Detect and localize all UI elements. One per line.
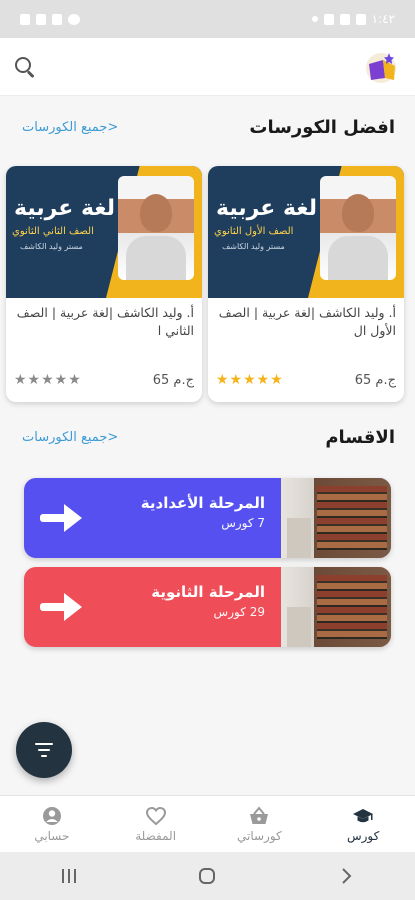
message-icon xyxy=(339,13,350,25)
course-thumbnail: لغة عربية الصف الثاني الثانوي مستر وليد … xyxy=(6,166,202,298)
library-image xyxy=(281,567,391,647)
alarm-icon xyxy=(20,13,30,25)
signal-icon xyxy=(52,13,62,25)
home-button[interactable] xyxy=(177,861,237,891)
nav-item-courses[interactable]: كورس xyxy=(311,796,415,852)
thumbnail-subtitle: الصف الثاني الثانوي xyxy=(12,226,94,237)
best-courses-list: لغة عربية الصف الأول الثانوي مستر وليد ا… xyxy=(0,166,415,402)
book-logo-icon xyxy=(366,52,396,83)
category-count: 7 كورس xyxy=(221,516,265,530)
thumbnail-teacher: مستر وليد الكاشف xyxy=(222,242,285,251)
nav-item-my-courses[interactable]: كورساتي xyxy=(208,796,312,852)
category-text: المرحلة الأعدادية 7 كورس xyxy=(141,494,265,530)
bottom-navigation: حسابي المفضلة كورساتي كورس xyxy=(0,795,415,852)
course-meta: ★★★★★ 65 ج.م xyxy=(6,372,202,388)
course-price: 65 ج.م xyxy=(354,372,396,388)
rating-stars: ★★★★★ xyxy=(216,372,284,388)
thumbnail-title: لغة عربية xyxy=(216,196,317,221)
category-card-secondary[interactable]: المرحلة الثانوية 29 كورس xyxy=(24,567,391,647)
back-icon xyxy=(342,868,352,884)
basket-icon xyxy=(250,805,269,824)
see-all-categories-link[interactable]: جميع الكورسات> xyxy=(22,430,118,445)
best-courses-title: افضل الكورسات xyxy=(249,116,395,138)
thumbnail-title: لغة عربية xyxy=(14,196,115,221)
best-courses-header: جميع الكورسات> افضل الكورسات xyxy=(0,112,415,142)
course-title: أ. وليد الكاشف |لغة عربية | الصف الأول ا… xyxy=(218,305,396,338)
library-image xyxy=(281,478,391,558)
app-bar xyxy=(0,38,415,96)
search-icon[interactable] xyxy=(14,56,36,78)
nav-label: حسابي xyxy=(34,828,70,843)
teacher-photo xyxy=(118,176,194,280)
category-name: المرحلة الأعدادية xyxy=(140,494,265,512)
heart-icon xyxy=(145,806,166,825)
clock: ١:٤٢ xyxy=(371,12,395,26)
teacher-photo xyxy=(320,176,396,280)
mute-icon xyxy=(36,13,46,25)
categories-header: جميع الكورسات> الاقسام xyxy=(0,422,415,452)
course-title: أ. وليد الكاشف |لغة عربية | الصف الثاني … xyxy=(16,305,194,338)
graduation-cap-icon xyxy=(353,808,374,822)
course-card[interactable]: لغة عربية الصف الأول الثانوي مستر وليد ا… xyxy=(208,166,404,402)
home-icon xyxy=(199,868,216,884)
category-name: المرحلة الثانوية xyxy=(151,583,265,601)
nav-item-favorites[interactable]: المفضلة xyxy=(104,796,208,852)
thumbnail-teacher: مستر وليد الكاشف xyxy=(20,242,83,251)
categories-title: الاقسام xyxy=(325,426,395,448)
course-price: 65 ج.م xyxy=(152,372,194,388)
nav-item-account[interactable]: حسابي xyxy=(0,796,104,852)
nav-label: كورساتي xyxy=(236,828,282,843)
arrow-right-icon xyxy=(40,593,84,621)
see-all-courses-link[interactable]: جميع الكورسات> xyxy=(22,120,118,135)
category-count: 29 كورس xyxy=(213,605,265,619)
category-text: المرحلة الثانوية 29 كورس xyxy=(151,583,265,619)
status-bar: ١:٤٢ xyxy=(0,0,415,38)
course-meta: ★★★★★ 65 ج.م xyxy=(208,372,404,388)
course-thumbnail: لغة عربية الصف الأول الثانوي مستر وليد ا… xyxy=(208,166,404,298)
recent-apps-button[interactable] xyxy=(39,861,99,891)
wifi-icon xyxy=(68,13,80,25)
course-card[interactable]: لغة عربية الصف الثاني الثانوي مستر وليد … xyxy=(6,166,202,402)
status-right-icons: ١:٤٢ xyxy=(311,12,395,26)
status-left-icons xyxy=(20,13,80,25)
system-navigation-bar xyxy=(0,852,415,900)
account-icon xyxy=(42,806,61,825)
arrow-right-icon xyxy=(40,504,84,532)
nav-label: كورس xyxy=(346,828,380,843)
whatsapp-icon xyxy=(355,13,366,25)
rating-stars: ★★★★★ xyxy=(14,372,82,388)
filter-button[interactable] xyxy=(16,722,72,778)
nav-label: المفضلة xyxy=(135,828,177,843)
thumbnail-subtitle: الصف الأول الثانوي xyxy=(214,226,294,237)
category-card-preparatory[interactable]: المرحلة الأعدادية 7 كورس xyxy=(24,478,391,558)
recent-apps-icon xyxy=(62,869,77,883)
notification-dot-icon xyxy=(311,16,318,22)
back-button[interactable] xyxy=(316,861,376,891)
facebook-icon xyxy=(323,13,334,25)
